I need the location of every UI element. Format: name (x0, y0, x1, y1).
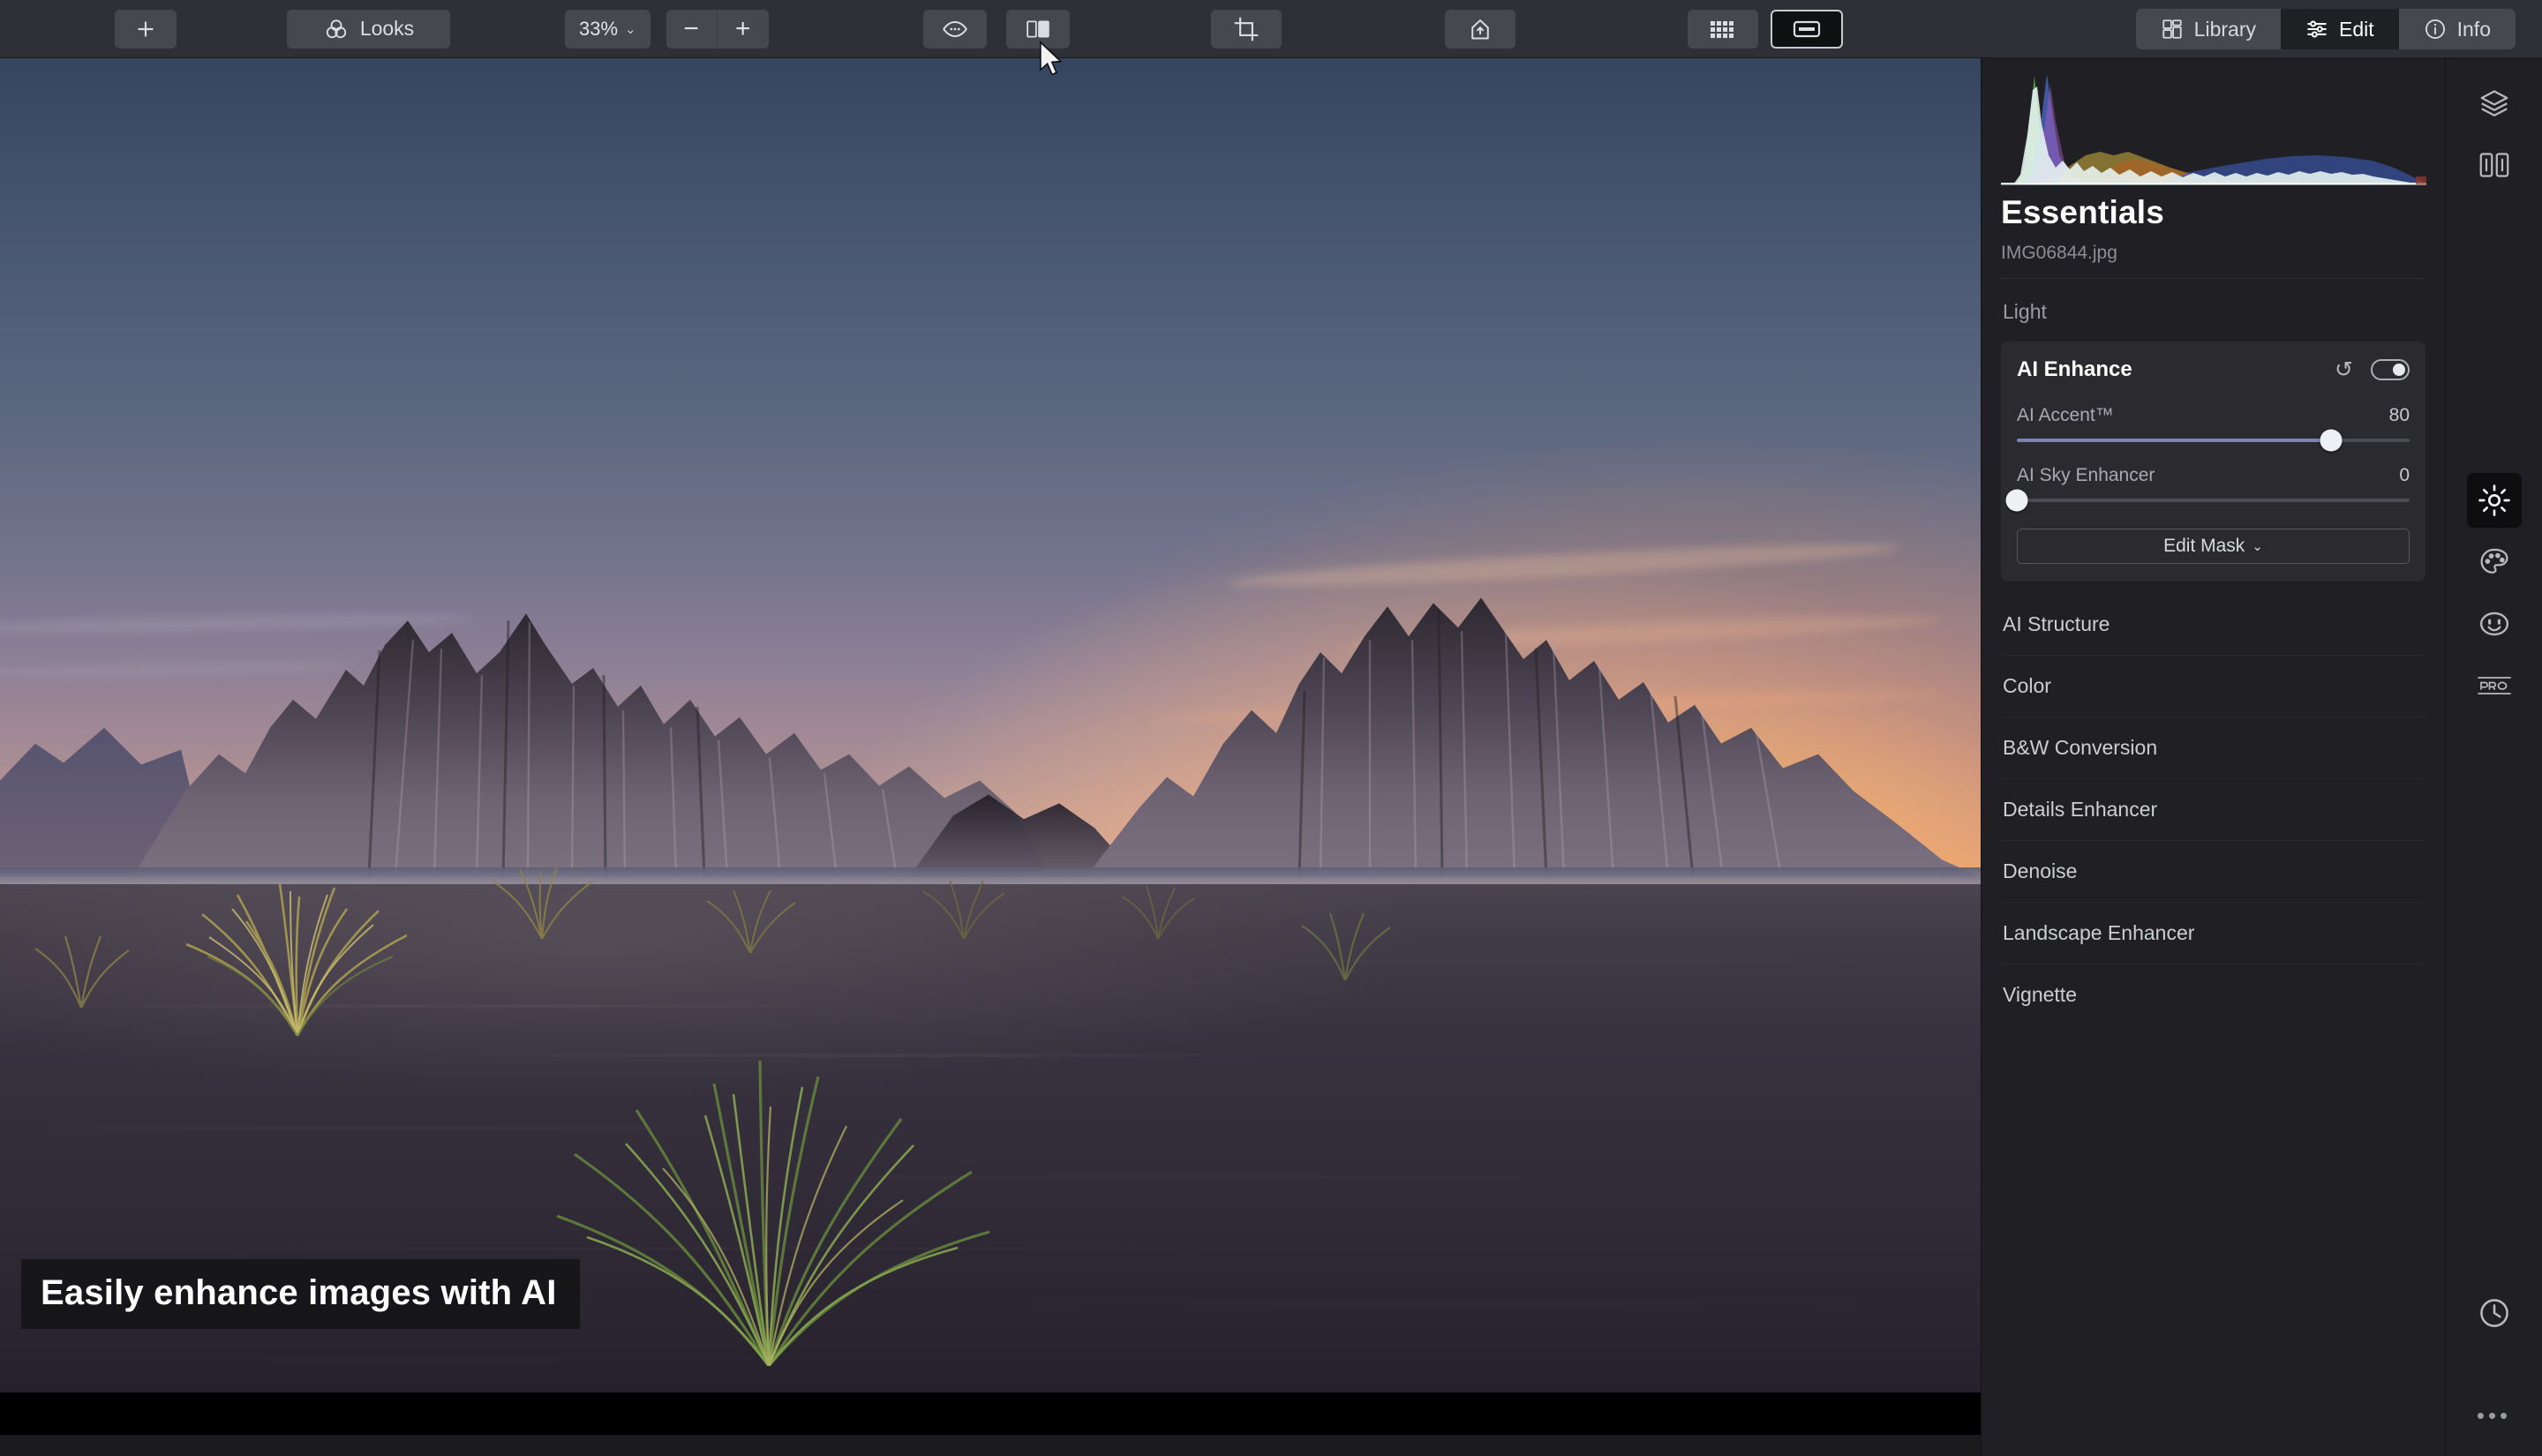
letterbox-bar (0, 1392, 1981, 1435)
slider-value: 0 (2399, 465, 2410, 485)
eye-icon (942, 16, 968, 42)
looks-icon (323, 16, 350, 42)
panel-title: Essentials (2001, 194, 2165, 230)
crop-icon (1233, 16, 1260, 42)
tool-vignette[interactable]: Vignette (2001, 964, 2425, 1025)
edit-side-panel: Essentials IMG06844.jpg Light AI Enhance… (1981, 58, 2445, 1456)
tab-edit[interactable]: Edit (2280, 9, 2399, 49)
slider-fill (2017, 439, 2331, 442)
tab-info[interactable]: Info (2398, 9, 2516, 49)
grass-tussock (693, 878, 808, 953)
tool-denoise[interactable]: Denoise (2001, 841, 2425, 903)
share-export-icon (1468, 17, 1493, 41)
add-image-button[interactable] (115, 9, 177, 49)
video-caption: Easily enhance images with AI (21, 1259, 580, 1329)
grid-view-button[interactable] (1687, 9, 1758, 49)
grid-view-icon (1710, 19, 1736, 40)
single-view-button[interactable] (1770, 9, 1843, 49)
layers-icon[interactable] (2467, 76, 2522, 131)
library-photos-icon (2161, 18, 2184, 41)
edit-sliders-icon (2305, 18, 2328, 41)
ai-enhance-toggle[interactable] (2371, 359, 2410, 380)
panel-filename: IMG06844.jpg (2001, 243, 2425, 279)
grass-tussock (1109, 877, 1207, 940)
tool-details-enhancer[interactable]: Details Enhancer (2001, 779, 2425, 841)
slider-track[interactable] (2017, 429, 2410, 452)
tool-landscape-enhancer[interactable]: Landscape Enhancer (2001, 903, 2425, 964)
zoom-level-value: 33% (579, 17, 619, 40)
crop-button[interactable] (1210, 9, 1282, 49)
more-options-icon[interactable]: ••• (2477, 1402, 2511, 1430)
slider-label: AI Accent™ (2017, 405, 2114, 425)
compare-split-icon[interactable] (2467, 138, 2522, 192)
grass-tussock (139, 833, 456, 1036)
zoom-in-button[interactable]: + (718, 10, 769, 49)
share-export-button[interactable] (1444, 9, 1515, 49)
slider-track[interactable] (2005, 489, 2410, 512)
tab-library[interactable]: Library (2135, 9, 2281, 49)
grass-tussock (19, 924, 143, 1009)
tab-info-label: Info (2456, 17, 2491, 41)
chevron-down-icon: ⌄ (2252, 539, 2263, 554)
top-toolbar: Looks 33% ⌄ − + Library Edit Info (0, 0, 2542, 58)
slider-handle[interactable] (2005, 489, 2028, 512)
slider-ai-sky-enhancer: AI Sky Enhancer 0 (2005, 465, 2410, 512)
looks-label: Looks (359, 17, 415, 40)
ai-enhance-card: AI Enhance ↺ AI Accent™ 80 AI Sky Enhanc… (2001, 341, 2425, 582)
ai-enhance-header: AI Enhance ↺ (2017, 357, 2410, 382)
essentials-sun-icon[interactable] (2466, 473, 2522, 528)
before-after-compare-icon (1026, 18, 1050, 41)
edit-mask-label: Edit Mask (2163, 536, 2245, 556)
right-icon-rail: ••• (2445, 58, 2542, 1456)
plus-icon (134, 18, 157, 41)
slider-label: AI Sky Enhancer (2017, 465, 2155, 485)
edit-mask-button[interactable]: Edit Mask ⌄ (2017, 529, 2410, 564)
reset-icon[interactable]: ↺ (2335, 358, 2353, 381)
slider-value: 80 (2388, 405, 2410, 425)
slider-handle[interactable] (2320, 429, 2343, 452)
ai-enhance-title: AI Enhance (2017, 357, 2132, 381)
mode-tab-group: Library Edit Info (2135, 9, 2516, 49)
tool-ai-structure[interactable]: AI Structure (2001, 594, 2425, 656)
zoom-out-button[interactable]: − (666, 9, 718, 49)
tab-edit-label: Edit (2338, 17, 2374, 41)
before-after-compare-button[interactable] (1005, 9, 1070, 49)
chevron-down-icon: ⌄ (625, 21, 636, 37)
zoom-level-dropdown[interactable]: 33% ⌄ (565, 9, 651, 49)
single-view-icon (1793, 19, 1821, 39)
pro-icon[interactable] (2467, 658, 2522, 713)
tool-bw-conversion[interactable]: B&W Conversion (2001, 717, 2425, 779)
mountain-range (0, 464, 1981, 878)
tool-list: AI Structure Color B&W Conversion Detail… (2001, 594, 2425, 1025)
tab-library-label: Library (2193, 17, 2256, 41)
luminar-app-window: Looks 33% ⌄ − + Library Edit Info Easily… (0, 0, 2542, 1456)
image-canvas[interactable]: Easily enhance images with AI (0, 58, 1981, 1435)
grass-tussock (1288, 901, 1403, 981)
looks-button[interactable]: Looks (287, 9, 450, 49)
history-clock-icon[interactable] (2467, 1286, 2522, 1340)
tool-color[interactable]: Color (2001, 656, 2425, 717)
histogram (2001, 71, 2426, 185)
toggle-knob (2393, 364, 2405, 376)
section-label-light: Light (2003, 300, 2047, 323)
portrait-face-icon[interactable] (2467, 597, 2522, 651)
info-circle-icon (2424, 18, 2447, 41)
zoom-stepper: − + (666, 9, 769, 49)
photo-vestrahorn: Easily enhance images with AI (0, 58, 1981, 1435)
creative-palette-icon[interactable] (2467, 535, 2522, 589)
preview-toggle-button[interactable] (922, 9, 987, 49)
grass-tussock (911, 870, 1017, 940)
slider-ai-accent: AI Accent™ 80 (2017, 405, 2410, 452)
grass-tussock (476, 855, 608, 940)
